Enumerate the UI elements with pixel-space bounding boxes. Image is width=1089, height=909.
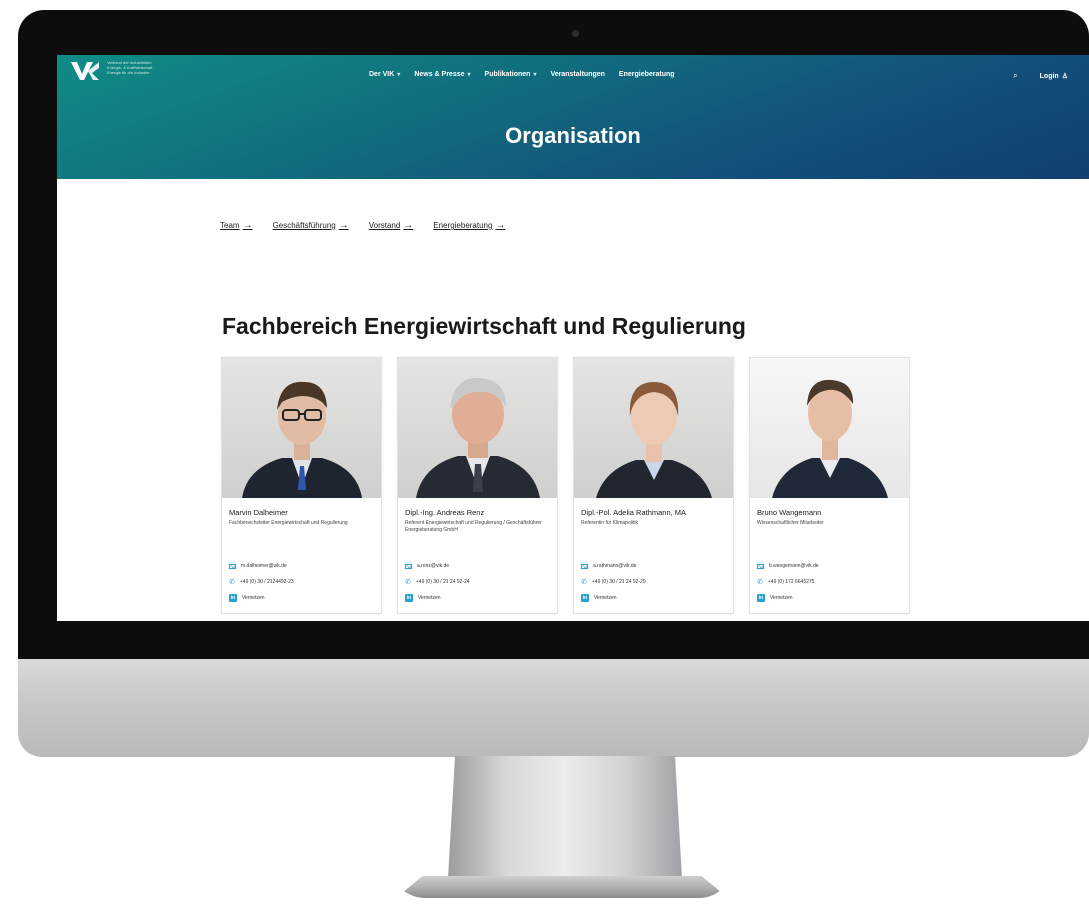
linkedin-icon: in bbox=[405, 594, 413, 602]
member-name: Bruno Wangemann bbox=[757, 508, 822, 517]
vik-logo-icon[interactable] bbox=[71, 60, 99, 82]
link-geschaeftsfuehrung[interactable]: Geschäftsführung → bbox=[273, 220, 349, 231]
linkedin-link[interactable]: in Vernetzen bbox=[229, 594, 265, 602]
logo-text: Verband der Industriellen Energie- & Kra… bbox=[107, 60, 227, 75]
nav-publikationen[interactable]: Publikationen ▾ bbox=[485, 71, 537, 78]
mail-icon bbox=[581, 563, 588, 569]
member-role: Fachbereichsleiter Energiewirtschaft und… bbox=[229, 520, 348, 526]
team-card: Marvin Dalheimer Fachbereichsleiter Ener… bbox=[221, 357, 382, 614]
phone-text: +49 (0) 172 6645275 bbox=[767, 579, 815, 585]
phone-icon: ✆ bbox=[229, 579, 235, 586]
mail-icon bbox=[229, 563, 236, 569]
hero-header: Verband der Industriellen Energie- & Kra… bbox=[57, 55, 1089, 179]
website-screen: Verband der Industriellen Energie- & Kra… bbox=[57, 55, 1089, 621]
phone-icon: ✆ bbox=[405, 579, 411, 586]
link-label: Geschäftsführung bbox=[272, 221, 336, 230]
team-card: Dipl.-Pol. Adelia Rathmann, MA Referenti… bbox=[573, 357, 734, 614]
member-name: Marvin Dalheimer bbox=[229, 508, 288, 517]
phone-link[interactable]: ✆ +49 (0) 30 / 21 24 92-24 bbox=[405, 578, 470, 586]
link-label: Vorstand bbox=[368, 221, 401, 230]
section-links: Team → Geschäftsführung → Vorstand → Ene… bbox=[220, 220, 505, 231]
phone-link[interactable]: ✆ +49 (0) 172 6645275 bbox=[757, 578, 814, 586]
portrait-photo bbox=[574, 358, 733, 498]
chevron-down-icon: ▾ bbox=[533, 72, 537, 78]
arrow-right-icon: → bbox=[403, 220, 414, 231]
nav-utilities: ⌕ Login ♙ bbox=[1013, 71, 1068, 81]
portrait-photo bbox=[222, 358, 381, 498]
link-energieberatung[interactable]: Energieberatung → bbox=[433, 220, 505, 231]
main-navigation: Der VIK ▾ News & Presse ▾ Publikationen … bbox=[369, 71, 675, 78]
login-label: Login bbox=[1039, 72, 1059, 80]
member-role: Referentin für Klimapolitik bbox=[581, 520, 638, 526]
nav-energieberatung[interactable]: Energieberatung bbox=[619, 71, 675, 78]
mail-icon bbox=[757, 563, 764, 569]
logo-line: Energie für die Industrie bbox=[107, 70, 150, 75]
user-icon: ♙ bbox=[1061, 73, 1068, 80]
nav-der-vik[interactable]: Der VIK ▾ bbox=[369, 71, 400, 78]
phone-text: +49 (0) 30 / 21 24 92-29 bbox=[591, 579, 646, 585]
camera-dot bbox=[572, 30, 579, 37]
page-title: Organisation bbox=[505, 123, 641, 148]
email-link[interactable]: a.rathmann@vik.de bbox=[581, 563, 636, 569]
email-text: a.renz@vik.de bbox=[417, 563, 450, 569]
imac-stand-base bbox=[396, 876, 728, 898]
linkedin-icon: in bbox=[581, 594, 589, 602]
email-text: m.dalheimer@vik.de bbox=[241, 563, 287, 569]
phone-icon: ✆ bbox=[757, 579, 763, 586]
member-name: Dipl.-Ing. Andreas Renz bbox=[405, 508, 485, 517]
arrow-right-icon: → bbox=[338, 220, 349, 231]
email-link[interactable]: b.wangemann@vik.de bbox=[757, 563, 819, 569]
team-cards: Marvin Dalheimer Fachbereichsleiter Ener… bbox=[221, 357, 910, 614]
portrait-photo bbox=[750, 358, 909, 498]
link-label: Energieberatung bbox=[433, 221, 493, 230]
nav-news-presse[interactable]: News & Presse ▾ bbox=[414, 71, 470, 78]
link-vorstand[interactable]: Vorstand → bbox=[369, 220, 414, 231]
phone-link[interactable]: ✆ +49 (0) 30 / 2124492-23 bbox=[229, 578, 294, 586]
linkedin-link[interactable]: in Vernetzen bbox=[405, 594, 441, 602]
member-role: Wissenschaftlicher Mitarbeiter bbox=[757, 520, 824, 526]
network-text: Vernetzen bbox=[594, 595, 617, 601]
arrow-right-icon: → bbox=[242, 220, 253, 231]
team-card: Bruno Wangemann Wissenschaftlicher Mitar… bbox=[749, 357, 910, 614]
portrait-photo bbox=[398, 358, 557, 498]
team-card: Dipl.-Ing. Andreas Renz Referent Energie… bbox=[397, 357, 558, 614]
linkedin-link[interactable]: in Vernetzen bbox=[581, 594, 617, 602]
network-text: Vernetzen bbox=[770, 595, 793, 601]
email-link[interactable]: a.renz@vik.de bbox=[405, 563, 449, 569]
nav-veranstaltungen[interactable]: Veranstaltungen bbox=[550, 71, 604, 78]
section-heading: Fachbereich Energiewirtschaft und Reguli… bbox=[222, 313, 746, 339]
chevron-down-icon: ▾ bbox=[397, 72, 401, 78]
email-text: a.rathmann@vik.de bbox=[593, 563, 637, 569]
chevron-down-icon: ▾ bbox=[467, 72, 471, 78]
linkedin-icon: in bbox=[229, 594, 237, 602]
email-link[interactable]: m.dalheimer@vik.de bbox=[229, 563, 287, 569]
network-text: Vernetzen bbox=[418, 595, 441, 601]
nav-label: Der VIK bbox=[369, 71, 395, 78]
phone-text: +49 (0) 30 / 2124492-23 bbox=[239, 579, 294, 585]
phone-icon: ✆ bbox=[581, 579, 587, 586]
imac-chin bbox=[18, 659, 1089, 757]
imac-stand bbox=[448, 756, 682, 878]
mail-icon bbox=[405, 563, 412, 569]
email-text: b.wangemann@vik.de bbox=[769, 563, 819, 569]
linkedin-icon: in bbox=[757, 594, 765, 602]
nav-label: News & Presse bbox=[414, 71, 465, 78]
phone-text: +49 (0) 30 / 21 24 92-24 bbox=[415, 579, 470, 585]
member-role: Referent Energiewirtschaft und Regulieru… bbox=[405, 520, 542, 533]
nav-label: Veranstaltungen bbox=[550, 71, 605, 78]
linkedin-link[interactable]: in Vernetzen bbox=[757, 594, 793, 602]
link-label: Team bbox=[220, 221, 240, 230]
network-text: Vernetzen bbox=[242, 595, 265, 601]
link-team[interactable]: Team → bbox=[220, 220, 253, 231]
search-icon[interactable]: ⌕ bbox=[1013, 71, 1017, 81]
phone-link[interactable]: ✆ +49 (0) 30 / 21 24 92-29 bbox=[581, 578, 646, 586]
nav-label: Energieberatung bbox=[618, 71, 675, 78]
login-button[interactable]: Login ♙ bbox=[1039, 72, 1068, 81]
nav-label: Publikationen bbox=[484, 71, 531, 78]
member-name: Dipl.-Pol. Adelia Rathmann, MA bbox=[581, 508, 687, 517]
arrow-right-icon: → bbox=[495, 220, 506, 231]
